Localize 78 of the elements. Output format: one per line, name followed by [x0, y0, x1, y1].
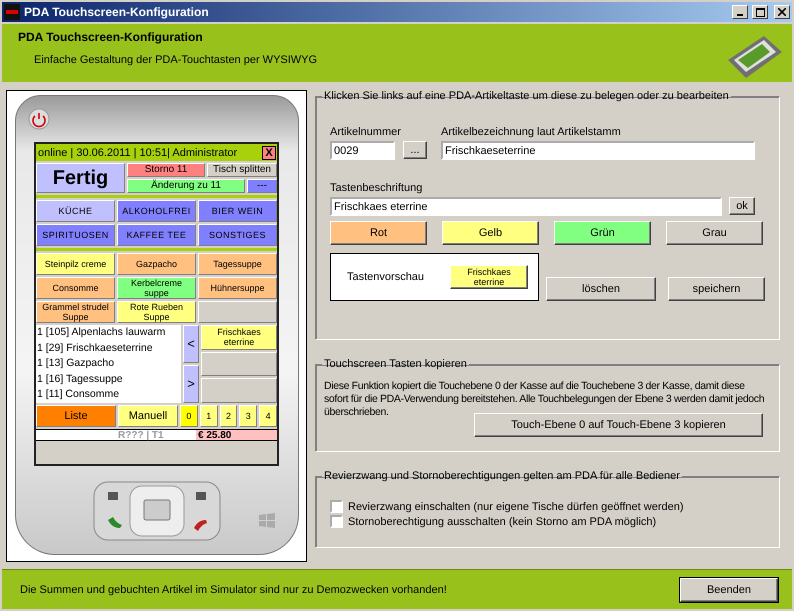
field-label: Artikelbezeichnung laut Artikelstamm [441, 126, 622, 138]
power-icon [28, 108, 50, 130]
manual-button[interactable]: Manuell [118, 405, 178, 427]
level-key[interactable]: 2 [220, 405, 238, 427]
article-key[interactable]: Tagessuppe [198, 253, 277, 275]
more-button[interactable]: --- [247, 179, 277, 193]
group-title: Revierzwang und Stornoberechtigungen gelten am PDA für alle Bediener [323, 470, 681, 482]
article-key[interactable]: Frischkaes eterrine [201, 325, 277, 350]
preview-label: Tastenvorschau [347, 271, 424, 283]
checkbox[interactable] [330, 515, 343, 528]
header-title: PDA Touchscreen-Konfiguration [18, 30, 204, 44]
save-button[interactable]: speichern [668, 277, 765, 301]
change-button[interactable]: Änderung zu 11 [127, 179, 245, 193]
window-title: PDA Touchscreen-Konfiguration [24, 5, 210, 19]
field-label: Artikelnummer [330, 126, 402, 138]
order-item[interactable]: 1 [11] Consomme [37, 387, 181, 403]
status-text: online | 30.06.2011 | 10:51| Administrator [38, 146, 238, 158]
next-button[interactable]: > [183, 365, 199, 403]
color-button[interactable]: Rot [330, 221, 427, 245]
color-button[interactable]: Grau [666, 221, 763, 245]
category-tab[interactable]: BIER WEIN [198, 200, 277, 222]
article-key[interactable]: Rote Rueben Suppe [117, 301, 196, 323]
article-key[interactable]: Kerbelcreme suppe [117, 277, 196, 299]
preview-key[interactable]: Frischkaes eterrine [450, 265, 528, 289]
article-name-field[interactable]: Frischkaeseterrine [441, 141, 755, 160]
maximize-icon [756, 8, 764, 16]
list-button[interactable]: Liste [36, 405, 116, 427]
checkbox-label: Stornoberechtigung ausschalten (kein Storno am PDA möglich) [348, 516, 656, 528]
category-tab[interactable]: KÜCHE [36, 200, 115, 222]
app-logo-icon [4, 4, 20, 20]
field-label: Tastenbeschriftung [330, 182, 424, 194]
checkbox-label: Revierzwang einschalten (nur eigene Tische dürfen geöffnet werden) [348, 500, 684, 512]
ok-button[interactable]: ok [729, 197, 755, 215]
total-amount: € 25.80 [196, 430, 277, 440]
close-icon [778, 8, 786, 16]
copy-button[interactable]: Touch-Ebene 0 auf Touch-Ebene 3 kopieren [474, 413, 763, 437]
close-button[interactable]: X [262, 146, 276, 160]
footer-note: Die Summen und gebuchten Artikel im Simulator sind nur zu Demozwecken vorhanden! [20, 584, 447, 596]
article-key[interactable]: Consomme [36, 277, 115, 299]
color-button[interactable]: Gelb [442, 221, 539, 245]
article-key[interactable]: Gazpacho [117, 253, 196, 275]
minimize-button[interactable] [732, 5, 748, 19]
level-key[interactable]: 3 [239, 405, 258, 427]
category-tab[interactable]: ALKOHOLFREI [117, 200, 196, 222]
window-logo-icon [258, 512, 276, 528]
category-tab[interactable]: SPIRITUOSEN [36, 224, 115, 246]
maximize-button[interactable] [752, 5, 768, 19]
exit-button[interactable]: Beenden [680, 578, 778, 602]
order-item[interactable]: 1 [13] Gazpacho [37, 356, 181, 372]
group-title: Klicken Sie links auf eine PDA-Artikeltaste um diese zu belegen oder zu bearbeiten [323, 90, 730, 102]
done-button[interactable]: Fertig [36, 163, 125, 193]
key-caption-field[interactable]: Frischkaes eterrine [330, 197, 722, 216]
room-table-text: R??? | T1 [116, 430, 196, 440]
storno-button[interactable]: Storno 11 [127, 163, 205, 177]
close-button[interactable] [774, 5, 790, 19]
category-tab[interactable]: KAFFEE TEE [117, 224, 196, 246]
article-key[interactable]: Grammel strudel Suppe [36, 301, 115, 323]
empty-key[interactable] [201, 378, 277, 404]
group-title: Touchscreen Tasten kopieren [323, 358, 468, 370]
delete-button[interactable]: löschen [546, 277, 656, 301]
empty-key[interactable] [198, 301, 277, 323]
category-tab[interactable]: SONSTIGES [198, 224, 277, 246]
split-table-button[interactable]: Tisch splitten [207, 163, 277, 177]
browse-button[interactable]: ... [403, 141, 427, 159]
level-key[interactable]: 4 [259, 405, 277, 427]
order-item[interactable]: 1 [105] Alpenlachs lauwarm [37, 325, 181, 341]
article-number-field[interactable]: 0029 [330, 141, 395, 160]
level-key[interactable]: 1 [200, 405, 218, 427]
color-button[interactable]: Grün [554, 221, 651, 245]
article-key[interactable]: Hühnersuppe [198, 277, 277, 299]
order-item[interactable]: 1 [29] Frischkaeseterrine [37, 340, 181, 356]
empty-key[interactable] [201, 352, 277, 376]
header-subtitle: Einfache Gestaltung der PDA-Touchtasten per WYSIWYG [33, 54, 318, 66]
previous-button[interactable]: < [183, 325, 199, 363]
checkbox[interactable] [330, 500, 343, 513]
order-item[interactable]: 1 [16] Tagessuppe [37, 372, 181, 388]
article-key[interactable]: Steinpilz creme [36, 253, 115, 275]
level-key[interactable]: 0 [180, 405, 198, 427]
